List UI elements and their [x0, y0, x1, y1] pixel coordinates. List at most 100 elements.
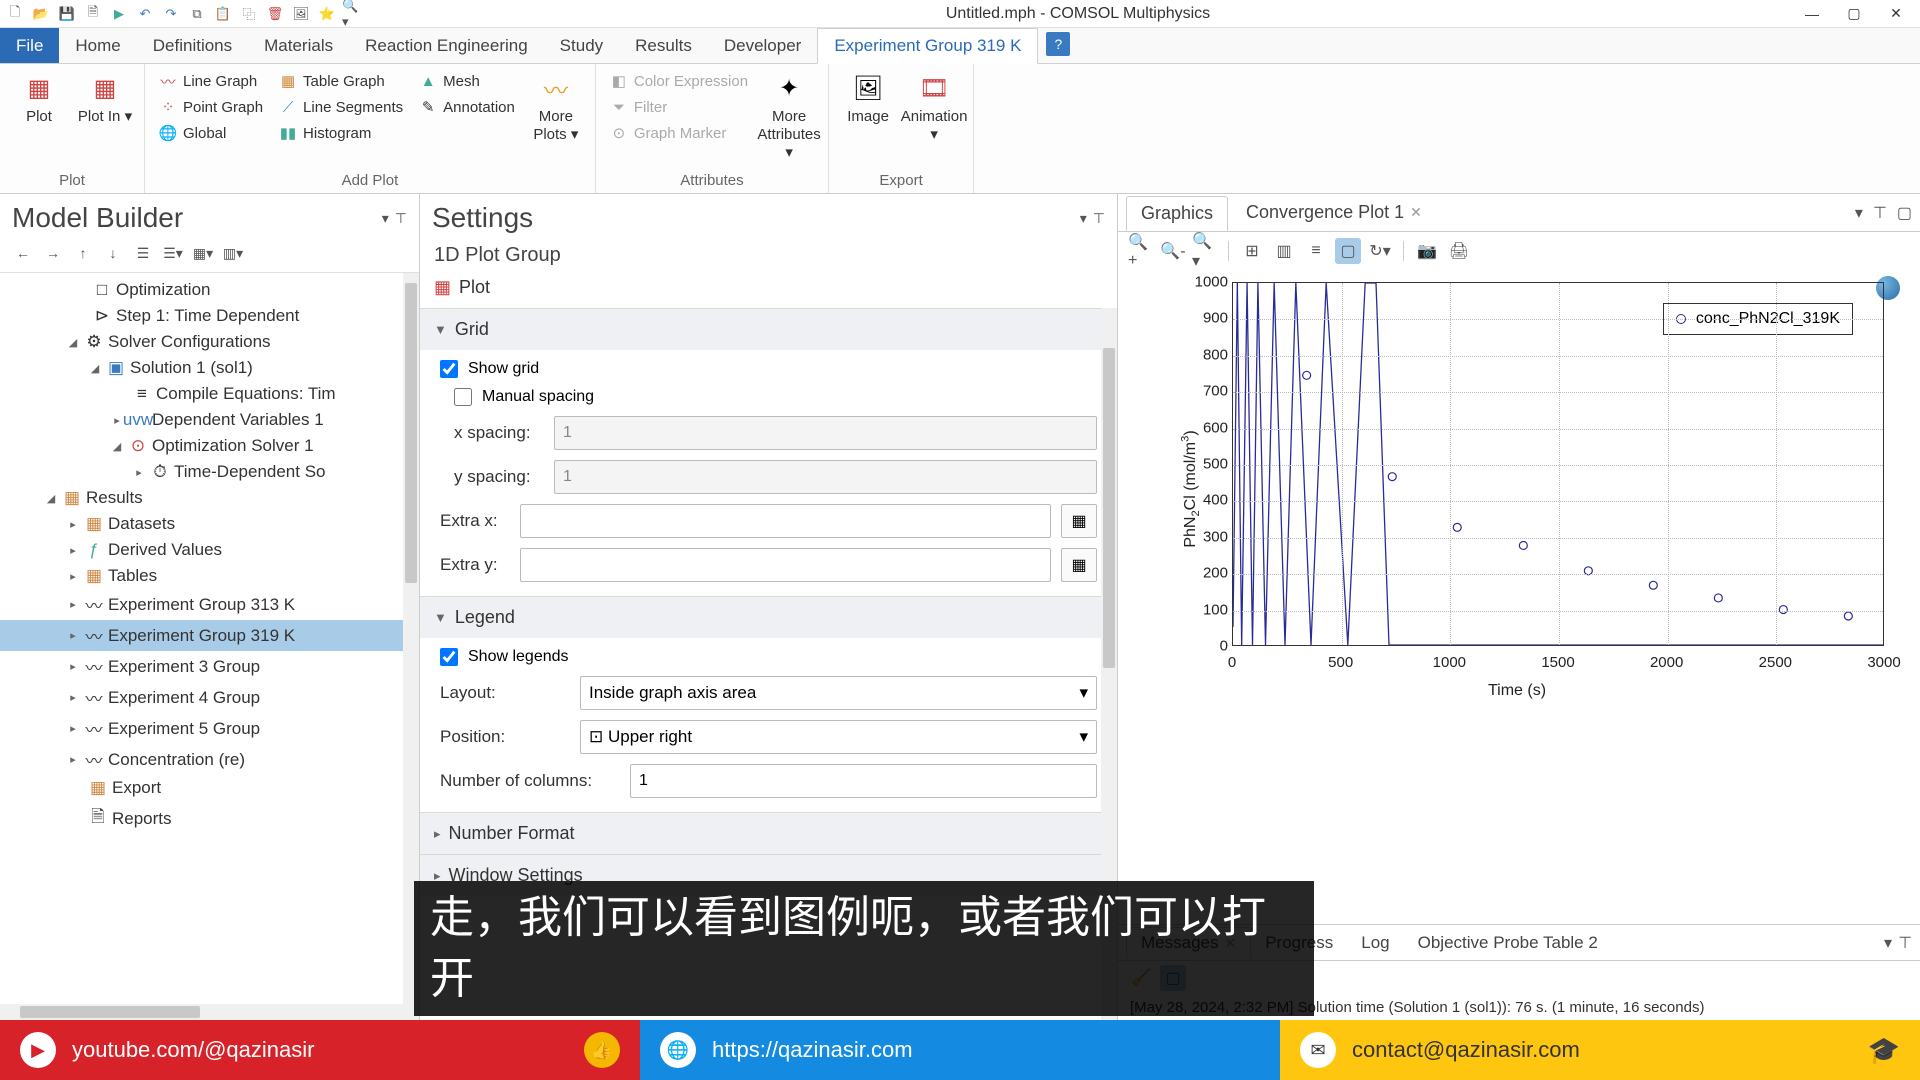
show-grid-checkbox[interactable] — [440, 360, 458, 378]
menu-reaction-engineering[interactable]: Reaction Engineering — [349, 28, 544, 63]
tree-optimization[interactable]: □Optimization — [0, 277, 419, 303]
tree-step1[interactable]: ⊳Step 1: Time Dependent — [0, 303, 419, 329]
zoom-out-button[interactable]: 🔍- — [1160, 238, 1186, 264]
numcols-input[interactable] — [630, 764, 1097, 798]
position-select[interactable]: ⊡ Upper right▾ — [580, 720, 1097, 754]
image-export-button[interactable]: 🖼 Image — [839, 70, 897, 126]
maximize-button[interactable]: ▢ — [1834, 2, 1874, 26]
point-graph-button[interactable]: ⁘Point Graph — [155, 96, 267, 118]
layout-select[interactable]: Inside graph axis area▾ — [580, 676, 1097, 710]
copy-icon[interactable]: ⧉ — [186, 3, 208, 25]
collapse-icon[interactable]: ▸ — [110, 414, 124, 427]
menu-materials[interactable]: Materials — [248, 28, 349, 63]
more-plots-button[interactable]: 〰 More Plots ▾ — [527, 70, 585, 144]
line-segments-button[interactable]: ⟋Line Segments — [275, 96, 407, 118]
panel-pin-icon[interactable]: ⊤ — [395, 210, 407, 227]
log-tab[interactable]: Log — [1347, 928, 1403, 958]
expand-icon[interactable]: ◢ — [110, 440, 124, 453]
panel-dropdown-icon[interactable]: ▾ — [1884, 933, 1892, 953]
run-icon[interactable]: ▶ — [108, 3, 130, 25]
panel-pin-icon[interactable]: ⊤ — [1093, 210, 1105, 227]
menu-study[interactable]: Study — [544, 28, 619, 63]
view-col-button[interactable]: ▥ — [1271, 238, 1297, 264]
new-icon[interactable]: 🗋 — [4, 3, 26, 25]
tree-scrollbar-v[interactable] — [405, 283, 417, 583]
animation-export-button[interactable]: 🎞 Animation▾ — [905, 70, 963, 144]
tree-derived[interactable]: ▸ƒDerived Values — [0, 537, 419, 563]
website-link[interactable]: 🌐 https://qazinasir.com — [640, 1020, 1280, 1080]
histogram-button[interactable]: ▮▮Histogram — [275, 122, 407, 144]
collapse-icon[interactable]: ▸ — [66, 598, 80, 611]
tree-time-dep[interactable]: ▸⏱Time-Dependent So — [0, 459, 419, 485]
panel-pin-icon[interactable]: ⊤ — [1898, 933, 1912, 953]
collapse-icon[interactable]: ▸ — [66, 629, 80, 642]
collapse-button[interactable]: ☰ — [132, 242, 154, 264]
nav-forward-button[interactable]: → — [42, 242, 64, 264]
tree-compile-eq[interactable]: ≡Compile Equations: Tim — [0, 381, 419, 407]
graphics-tab[interactable]: Graphics — [1126, 196, 1228, 231]
snapshot-icon[interactable]: 🖼 — [290, 3, 312, 25]
panel-max-icon[interactable]: ▢ — [1897, 203, 1912, 223]
help-button[interactable]: ? — [1046, 32, 1070, 56]
expand-icon[interactable]: ◢ — [66, 336, 80, 349]
tree-exp4[interactable]: ▸〰Experiment 4 Group — [0, 682, 419, 713]
close-tab-icon[interactable]: ✕ — [1410, 204, 1422, 221]
plot-button[interactable]: ▦ Plot — [10, 70, 68, 126]
zoom-dropdown-icon[interactable]: 🔍▾ — [342, 3, 364, 25]
tree-conc[interactable]: ▸〰Concentration (re) — [0, 744, 419, 775]
youtube-link[interactable]: ▶ youtube.com/@qazinasir 👍 — [0, 1020, 640, 1080]
menu-definitions[interactable]: Definitions — [137, 28, 248, 63]
chart-plot-area[interactable]: conc_PhN2Cl_319K — [1232, 282, 1884, 646]
tree-results[interactable]: ◢▦Results — [0, 485, 419, 511]
minimize-button[interactable]: — — [1792, 2, 1832, 26]
tree-exp5[interactable]: ▸〰Experiment 5 Group — [0, 713, 419, 744]
favorites-icon[interactable]: ⭐ — [316, 3, 338, 25]
tree-opt-solver[interactable]: ◢⊙Optimization Solver 1 — [0, 433, 419, 459]
nav-back-button[interactable]: ← — [12, 242, 34, 264]
duplicate-icon[interactable]: ⿻ — [238, 3, 260, 25]
tree-exp319[interactable]: ▸〰Experiment Group 319 K — [0, 620, 419, 651]
extra-x-input[interactable] — [520, 504, 1051, 538]
nav-up-button[interactable]: ↑ — [72, 242, 94, 264]
tree-exp313[interactable]: ▸〰Experiment Group 313 K — [0, 589, 419, 620]
undo-icon[interactable]: ↶ — [134, 3, 156, 25]
collapse-icon[interactable]: ▸ — [66, 660, 80, 673]
tree-solver-config[interactable]: ◢⚙Solver Configurations — [0, 329, 419, 355]
collapse-icon[interactable]: ▸ — [132, 466, 146, 479]
legend-section-header[interactable]: ▼Legend — [420, 597, 1117, 638]
close-button[interactable]: ✕ — [1876, 2, 1916, 26]
collapse-icon[interactable]: ▸ — [66, 570, 80, 583]
redo-icon[interactable]: ↷ — [160, 3, 182, 25]
tree-tables[interactable]: ▸▦Tables — [0, 563, 419, 589]
panel-dropdown-icon[interactable]: ▾ — [382, 210, 389, 227]
tree-dep-vars[interactable]: ▸uvwDependent Variables 1 — [0, 407, 419, 433]
panel-dropdown-icon[interactable]: ▾ — [1855, 203, 1863, 223]
menu-home[interactable]: Home — [59, 28, 136, 63]
plot-in-button[interactable]: ▦ Plot In ▾ — [76, 70, 134, 126]
manual-spacing-checkbox[interactable] — [454, 388, 472, 406]
probe-table-tab[interactable]: Objective Probe Table 2 — [1404, 928, 1612, 958]
snapshot-button[interactable]: 📷 — [1414, 238, 1440, 264]
expand-icon[interactable]: ◢ — [44, 492, 58, 505]
extra-y-input[interactable] — [520, 548, 1051, 582]
number-format-section-header[interactable]: ▸Number Format — [420, 813, 1117, 854]
collapse-icon[interactable]: ▸ — [66, 753, 80, 766]
collapse-icon[interactable]: ▸ — [66, 722, 80, 735]
collapse-icon[interactable]: ▸ — [66, 518, 80, 531]
tree-export[interactable]: ▦Export — [0, 775, 419, 801]
mesh-button[interactable]: ▲Mesh — [415, 70, 519, 92]
convergence-tab[interactable]: Convergence Plot 1✕ — [1232, 196, 1436, 229]
expand-dropdown[interactable]: ☰▾ — [162, 242, 184, 264]
settings-scrollbar[interactable] — [1103, 348, 1115, 668]
email-link[interactable]: ✉ contact@qazinasir.com 🎓 — [1280, 1020, 1920, 1080]
extra-y-browse-button[interactable]: ▦ — [1061, 548, 1097, 582]
grid-section-header[interactable]: ▼Grid — [420, 309, 1117, 350]
save-icon[interactable]: 💾 — [56, 3, 78, 25]
annotation-button[interactable]: ✎Annotation — [415, 96, 519, 118]
plot-action-button[interactable]: ▦ Plot — [420, 273, 1117, 308]
table-graph-button[interactable]: ▦Table Graph — [275, 70, 407, 92]
more-attributes-button[interactable]: ✦ More Attributes ▾ — [760, 70, 818, 162]
saveas-icon[interactable]: 🗎 — [82, 3, 104, 25]
menu-experiment-group[interactable]: Experiment Group 319 K — [817, 28, 1038, 64]
nav-down-button[interactable]: ↓ — [102, 242, 124, 264]
